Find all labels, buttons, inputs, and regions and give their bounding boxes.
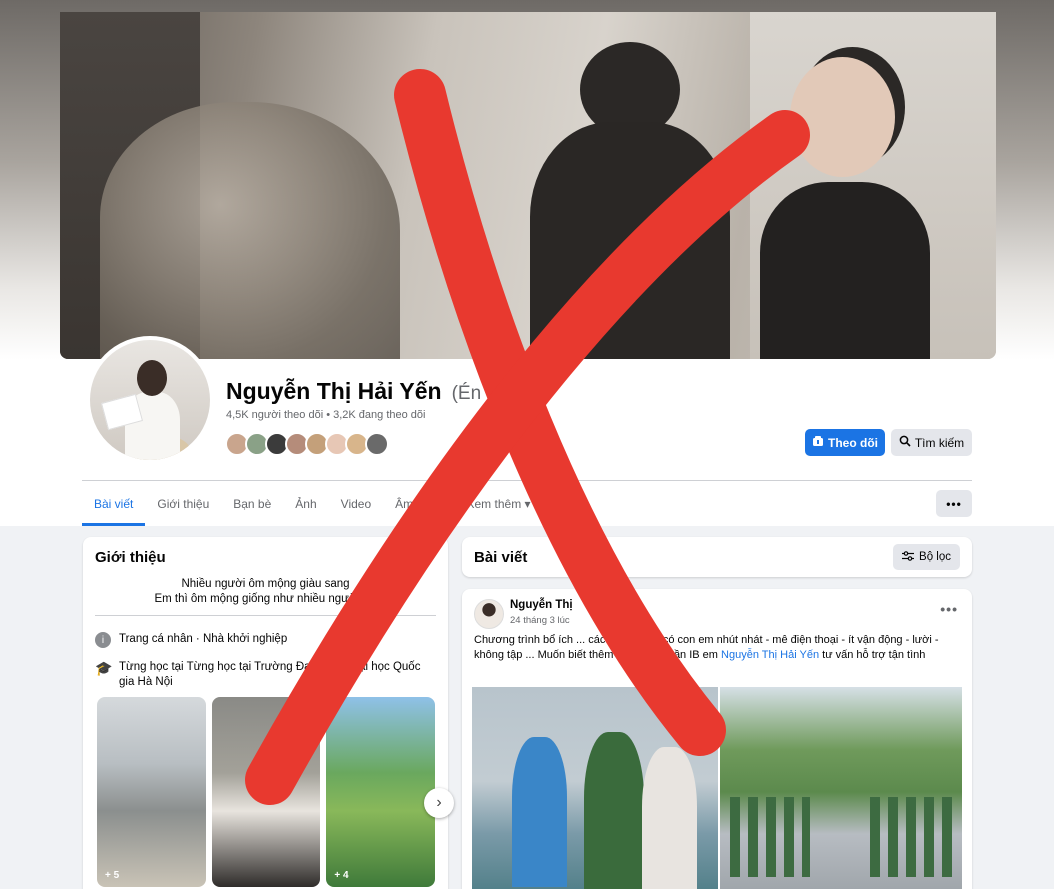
post-mention-link[interactable]: Nguyễn Thị Hải Yến [721, 649, 819, 661]
photo-count: + 4 [334, 870, 349, 881]
post-options-button[interactable]: ••• [940, 601, 958, 617]
featured-photo[interactable]: + 5 [97, 697, 206, 887]
search-label: Tìm kiếm [914, 435, 965, 450]
follow-icon [812, 435, 824, 450]
filter-button[interactable]: Bộ lọc [893, 544, 960, 570]
profile-tabs: Bài viết Giới thiệu Bạn bè Ảnh Video Âm … [82, 482, 543, 526]
tab-friends[interactable]: Bạn bè [221, 482, 283, 526]
follow-button[interactable]: Theo dõi [805, 429, 885, 456]
profile-name: Nguyễn Thị Hải Yến (Én [226, 378, 481, 405]
post-text: Chương trình bổ ích ... các phụ huynh có… [474, 633, 960, 663]
profile-avatar[interactable] [86, 336, 214, 464]
tab-videos[interactable]: Video [329, 482, 383, 526]
profile-divider [82, 480, 972, 481]
follow-label: Theo dõi [828, 435, 878, 450]
intro-card: Giới thiệu Nhiều người ôm mộng giàu sang… [83, 537, 448, 889]
work-info: i Trang cá nhân · Nhà khởi nghiệp [95, 632, 287, 648]
post-text-end: tư vấn hỗ trợ tận tình [819, 649, 926, 661]
filter-label: Bộ lọc [919, 551, 951, 563]
profile-alt-name: (Én [451, 383, 482, 404]
friend-avatars[interactable] [225, 432, 389, 456]
post-photo[interactable] [472, 687, 718, 889]
posts-title: Bài viết [474, 549, 528, 566]
featured-photos: + 5 + 4 [97, 697, 436, 887]
education-text[interactable]: Từng học tại Từng học tại Trường Đại học… [119, 660, 425, 690]
featured-photo[interactable] [211, 697, 321, 887]
tab-posts[interactable]: Bài viết [82, 482, 146, 526]
follower-stats[interactable]: 4,5K người theo dõi • 3,2K đang theo dõi [226, 409, 425, 421]
tab-photos[interactable]: Ảnh [283, 482, 328, 526]
post-timestamp[interactable]: 24 tháng 3 lúc [510, 615, 570, 626]
intro-divider [95, 615, 436, 616]
post-author-avatar[interactable] [474, 599, 504, 629]
intro-title: Giới thiệu [95, 549, 166, 566]
profile-name-text: Nguyễn Thị Hải Yến [226, 378, 442, 404]
post-author-name[interactable]: Nguyễn Thị [510, 599, 573, 611]
post-photo[interactable] [720, 687, 962, 889]
next-arrow-button[interactable]: › [424, 788, 454, 818]
tab-about[interactable]: Giới thiệu [145, 482, 221, 526]
friend-avatar[interactable] [365, 432, 389, 456]
search-button[interactable]: Tìm kiếm [891, 429, 972, 456]
search-icon [899, 435, 911, 450]
bio-line: Nhiều người ôm mộng giàu sang [181, 578, 350, 590]
info-icon: i [95, 632, 111, 648]
chevron-right-icon: › [436, 794, 442, 811]
sliders-icon [902, 550, 915, 564]
cover-photo[interactable] [60, 12, 996, 359]
tab-music[interactable]: Âm nhạc [383, 482, 454, 526]
graduation-cap-icon: 🎓 [95, 660, 113, 676]
post-card: Nguyễn Thị 24 tháng 3 lúc ••• Chương trì… [462, 589, 972, 889]
photo-count: + 5 [105, 870, 120, 881]
bio-line: Em thì ôm mộng giống như nhiều người 🙂 [154, 593, 377, 605]
posts-header: Bài viết Bộ lọc [462, 537, 972, 577]
featured-photo[interactable]: + 4 [326, 697, 436, 887]
education-info: 🎓 Từng học tại Từng học tại Trường Đại h… [95, 660, 425, 690]
work-text: Trang cá nhân · Nhà khởi nghiệp [119, 633, 288, 645]
more-options-button[interactable]: ••• [936, 490, 972, 517]
tab-more[interactable]: Xem thêm ▾ [455, 482, 543, 526]
bio: Nhiều người ôm mộng giàu sang Em thì ôm … [95, 577, 436, 607]
